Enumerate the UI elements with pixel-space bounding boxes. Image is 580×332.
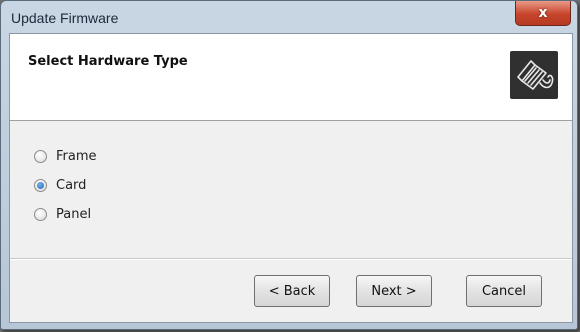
back-button[interactable]: < Back <box>254 275 330 307</box>
option-panel-label: Panel <box>56 207 92 222</box>
next-button[interactable]: Next > <box>356 275 432 307</box>
dialog-window: Update Firmware x Select Hardware Type F… <box>0 0 578 330</box>
option-frame[interactable]: Frame <box>34 142 97 171</box>
option-panel[interactable]: Panel <box>34 200 97 229</box>
close-icon: x <box>538 5 548 21</box>
hardware-type-options: Frame Card Panel <box>34 142 97 229</box>
page-title: Select Hardware Type <box>28 54 188 69</box>
wizard-header: Select Hardware Type <box>10 34 572 121</box>
option-card[interactable]: Card <box>34 171 97 200</box>
footer-divider <box>10 258 572 260</box>
radio-panel[interactable] <box>34 208 47 221</box>
close-button[interactable]: x <box>515 1 571 26</box>
window-title: Update Firmware <box>11 10 119 26</box>
title-bar[interactable]: Update Firmware x <box>1 1 577 37</box>
radio-frame[interactable] <box>34 150 47 163</box>
option-card-label: Card <box>56 178 87 193</box>
hardware-cable-icon <box>510 51 558 99</box>
option-frame-label: Frame <box>56 149 97 164</box>
radio-card[interactable] <box>34 179 47 192</box>
dialog-body: Select Hardware Type Frame Card Panel < … <box>9 33 573 323</box>
cancel-button[interactable]: Cancel <box>466 275 542 307</box>
